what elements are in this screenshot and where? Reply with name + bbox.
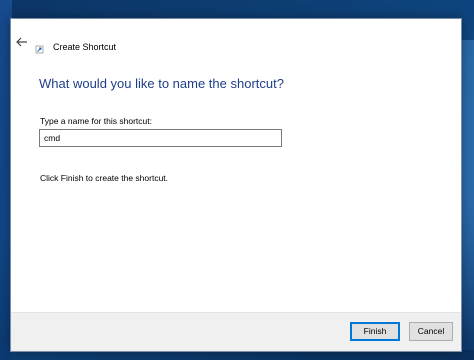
create-shortcut-dialog: Create Shortcut What would you like to n… <box>10 18 462 352</box>
back-arrow-svg <box>16 37 27 47</box>
finish-button[interactable]: Finish <box>350 322 400 341</box>
page-heading: What would you like to name the shortcut… <box>39 76 284 91</box>
cancel-button[interactable]: Cancel <box>409 322 453 341</box>
title-bar: Create Shortcut <box>11 19 461 65</box>
instruction-text: Click Finish to create the shortcut. <box>40 173 169 183</box>
dialog-footer: Finish Cancel <box>11 312 461 351</box>
shortcut-icon <box>35 41 45 54</box>
arrow-left-icon[interactable] <box>13 35 31 53</box>
shortcut-name-input[interactable] <box>39 129 282 147</box>
shortcut-name-label: Type a name for this shortcut: <box>40 116 152 126</box>
window-title: Create Shortcut <box>53 42 117 52</box>
